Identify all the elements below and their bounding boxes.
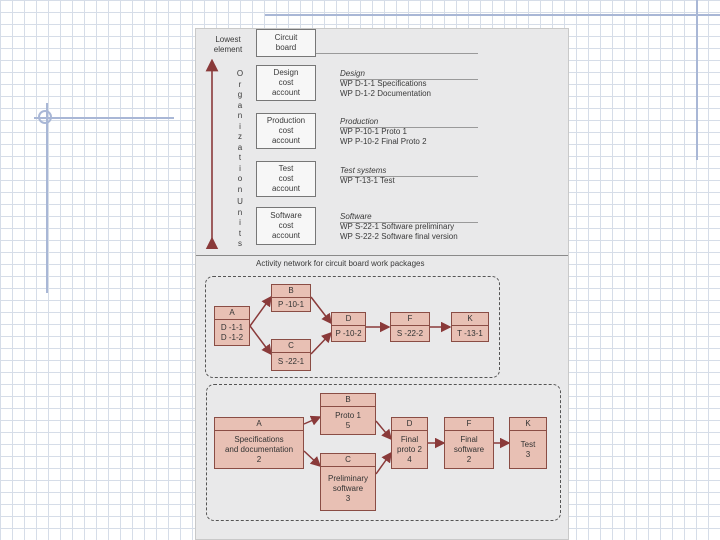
decor-left-horizontal <box>34 117 174 119</box>
decor-top-line <box>265 14 720 16</box>
decor-top-right-vertical <box>696 0 698 160</box>
network-2-node-d: D Final proto 24 <box>391 417 428 469</box>
network-2-node-k: K Test 3 <box>509 417 547 469</box>
network-1-node-d: D P -10-2 <box>331 312 366 342</box>
circuit-board-figure: Lowest element Circuit board Organizatio… <box>195 28 569 540</box>
network-2-node-a: A Specifications and documentation 2 <box>214 417 304 469</box>
network-2-node-f: F Final software 2 <box>444 417 494 469</box>
network-1-node-c: C S -22-1 <box>271 339 311 371</box>
network-1-node-f: F S -22-2 <box>390 312 430 342</box>
decor-left-vertical <box>46 103 48 293</box>
decor-circle-icon <box>38 110 52 124</box>
network-1-node-b: B P -10-1 <box>271 284 311 312</box>
network-2-node-c: C Preliminary software 3 <box>320 453 376 511</box>
network-1-node-a: A D -1-1 D -1-2 <box>214 306 250 346</box>
network-2-node-b: B Proto 15 <box>320 393 376 435</box>
network-1-node-k: K T -13-1 <box>451 312 489 342</box>
